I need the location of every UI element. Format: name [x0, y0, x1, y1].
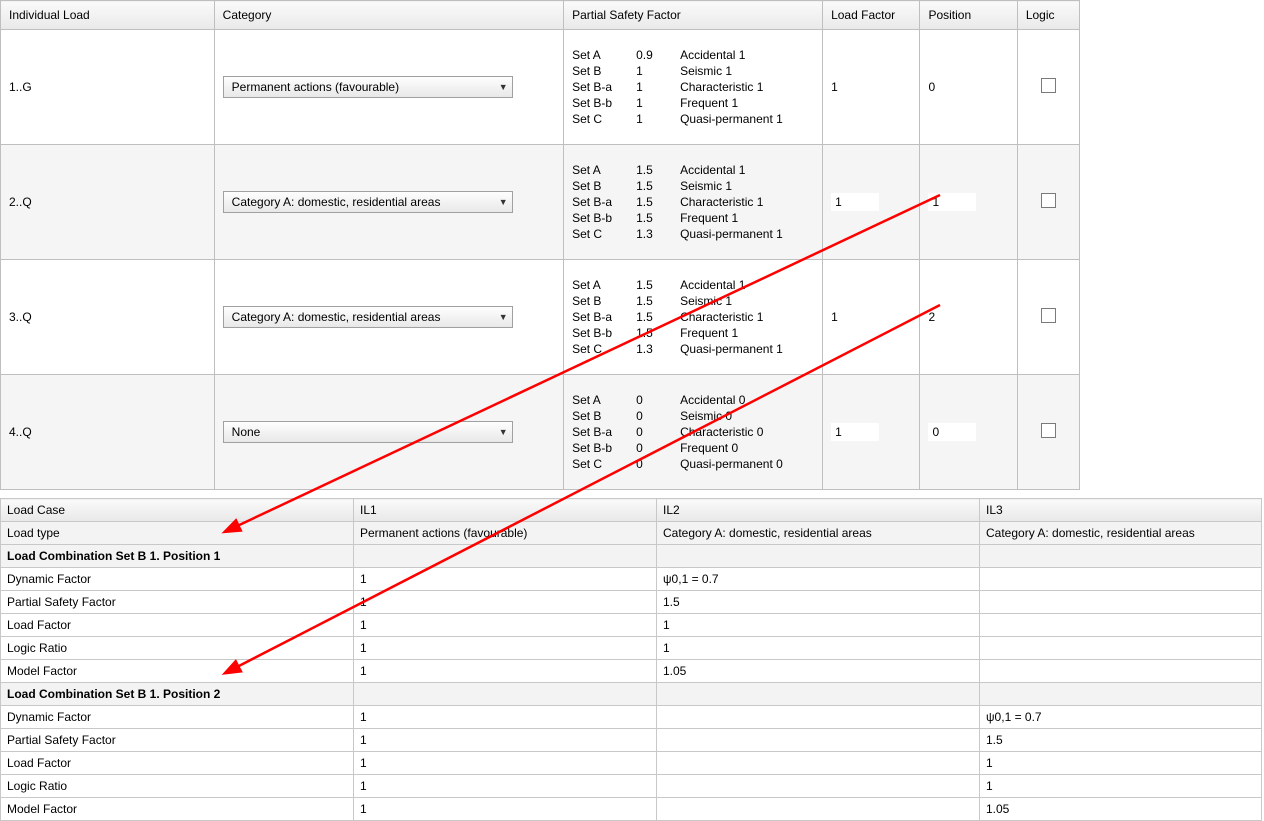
col-load-factor[interactable]: Load Factor: [823, 1, 920, 30]
dropdown-value: Permanent actions (favourable): [232, 80, 399, 94]
cell-logic: [1017, 145, 1079, 260]
col-position[interactable]: Position: [920, 1, 1017, 30]
cell-psf: Set A0Accidental 0 Set B0Seismic 0 Set B…: [564, 375, 823, 490]
col-il1[interactable]: IL1: [354, 499, 657, 522]
chevron-down-icon: ▼: [499, 427, 508, 437]
logic-checkbox[interactable]: [1041, 78, 1056, 93]
dropdown-value: Category A: domestic, residential areas: [232, 310, 441, 324]
load-combination-table: Load Case IL1 IL2 IL3 Load type Permanen…: [0, 498, 1262, 821]
dropdown-value: None: [232, 425, 261, 439]
upper-table-body: 1..G Permanent actions (favourable) ▼ Se…: [1, 30, 1080, 490]
category-dropdown[interactable]: Permanent actions (favourable) ▼: [223, 76, 513, 98]
table-row[interactable]: Partial Safety Factor11.5: [1, 591, 1262, 614]
cell-category: Category A: domestic, residential areas …: [214, 260, 563, 375]
table-row[interactable]: 1..G Permanent actions (favourable) ▼ Se…: [1, 30, 1080, 145]
cell-position: 2: [920, 260, 1017, 375]
table-row[interactable]: Load Factor11: [1, 614, 1262, 637]
cell-logic: [1017, 30, 1079, 145]
table-row[interactable]: Partial Safety Factor11.5: [1, 729, 1262, 752]
cell-load-factor: 1: [823, 145, 920, 260]
col-load-case[interactable]: Load Case: [1, 499, 354, 522]
logic-checkbox[interactable]: [1041, 308, 1056, 323]
cell-category: None ▼: [214, 375, 563, 490]
individual-load-table: Individual Load Category Partial Safety …: [0, 0, 1080, 490]
chevron-down-icon: ▼: [499, 312, 508, 322]
upper-table-header: Individual Load Category Partial Safety …: [1, 1, 1080, 30]
cell-load-factor: 1: [823, 30, 920, 145]
table-row[interactable]: Model Factor11.05: [1, 798, 1262, 821]
col-il3[interactable]: IL3: [980, 499, 1262, 522]
col-psf[interactable]: Partial Safety Factor: [564, 1, 823, 30]
col-individual-load[interactable]: Individual Load: [1, 1, 215, 30]
table-row[interactable]: Load Factor11: [1, 752, 1262, 775]
cell-position: 1: [920, 145, 1017, 260]
lower-table-header: Load Case IL1 IL2 IL3: [1, 499, 1262, 522]
position-input[interactable]: 1: [928, 193, 976, 211]
dropdown-value: Category A: domestic, residential areas: [232, 195, 441, 209]
cell-il1: Permanent actions (favourable): [354, 522, 657, 545]
cell-individual-load: 1..G: [1, 30, 215, 145]
cell-position: 0: [920, 375, 1017, 490]
table-row[interactable]: 3..Q Category A: domestic, residential a…: [1, 260, 1080, 375]
cell-individual-load: 2..Q: [1, 145, 215, 260]
table-row[interactable]: Logic Ratio11: [1, 637, 1262, 660]
table-row[interactable]: 2..Q Category A: domestic, residential a…: [1, 145, 1080, 260]
cell-logic: [1017, 260, 1079, 375]
table-row[interactable]: Model Factor11.05: [1, 660, 1262, 683]
table-row[interactable]: 4..Q None ▼ Set A0Accidental 0 Set B0Sei…: [1, 375, 1080, 490]
cell-individual-load: 4..Q: [1, 375, 215, 490]
cell-category: Permanent actions (favourable) ▼: [214, 30, 563, 145]
cell-logic: [1017, 375, 1079, 490]
table-row[interactable]: Dynamic Factor1ψ0,1 = 0.7: [1, 706, 1262, 729]
col-logic[interactable]: Logic: [1017, 1, 1079, 30]
cell-individual-load: 3..Q: [1, 260, 215, 375]
load-type-row[interactable]: Load type Permanent actions (favourable)…: [1, 522, 1262, 545]
cell-psf: Set A1.5Accidental 1 Set B1.5Seismic 1 S…: [564, 145, 823, 260]
category-dropdown[interactable]: Category A: domestic, residential areas …: [223, 191, 513, 213]
combination-section-header[interactable]: Load Combination Set B 1. Position 2: [1, 683, 1262, 706]
table-row[interactable]: Dynamic Factor1ψ0,1 = 0.7: [1, 568, 1262, 591]
cell-label: Load type: [1, 522, 354, 545]
col-il2[interactable]: IL2: [657, 499, 980, 522]
table-row[interactable]: Logic Ratio11: [1, 775, 1262, 798]
section-title: Load Combination Set B 1. Position 1: [1, 545, 354, 568]
position-input[interactable]: 0: [928, 423, 976, 441]
cell-load-factor: 1: [823, 375, 920, 490]
chevron-down-icon: ▼: [499, 197, 508, 207]
load-factor-input[interactable]: 1: [831, 193, 879, 211]
cell-il3: Category A: domestic, residential areas: [980, 522, 1262, 545]
cell-il2: Category A: domestic, residential areas: [657, 522, 980, 545]
cell-category: Category A: domestic, residential areas …: [214, 145, 563, 260]
cell-load-factor: 1: [823, 260, 920, 375]
load-factor-input[interactable]: 1: [831, 423, 879, 441]
logic-checkbox[interactable]: [1041, 423, 1056, 438]
cell-psf: Set A0.9Accidental 1 Set B1Seismic 1 Set…: [564, 30, 823, 145]
category-dropdown[interactable]: None ▼: [223, 421, 513, 443]
combination-section-header[interactable]: Load Combination Set B 1. Position 1: [1, 545, 1262, 568]
cell-psf: Set A1.5Accidental 1 Set B1.5Seismic 1 S…: [564, 260, 823, 375]
section-title: Load Combination Set B 1. Position 2: [1, 683, 354, 706]
chevron-down-icon: ▼: [499, 82, 508, 92]
category-dropdown[interactable]: Category A: domestic, residential areas …: [223, 306, 513, 328]
logic-checkbox[interactable]: [1041, 193, 1056, 208]
cell-position: 0: [920, 30, 1017, 145]
col-category[interactable]: Category: [214, 1, 563, 30]
